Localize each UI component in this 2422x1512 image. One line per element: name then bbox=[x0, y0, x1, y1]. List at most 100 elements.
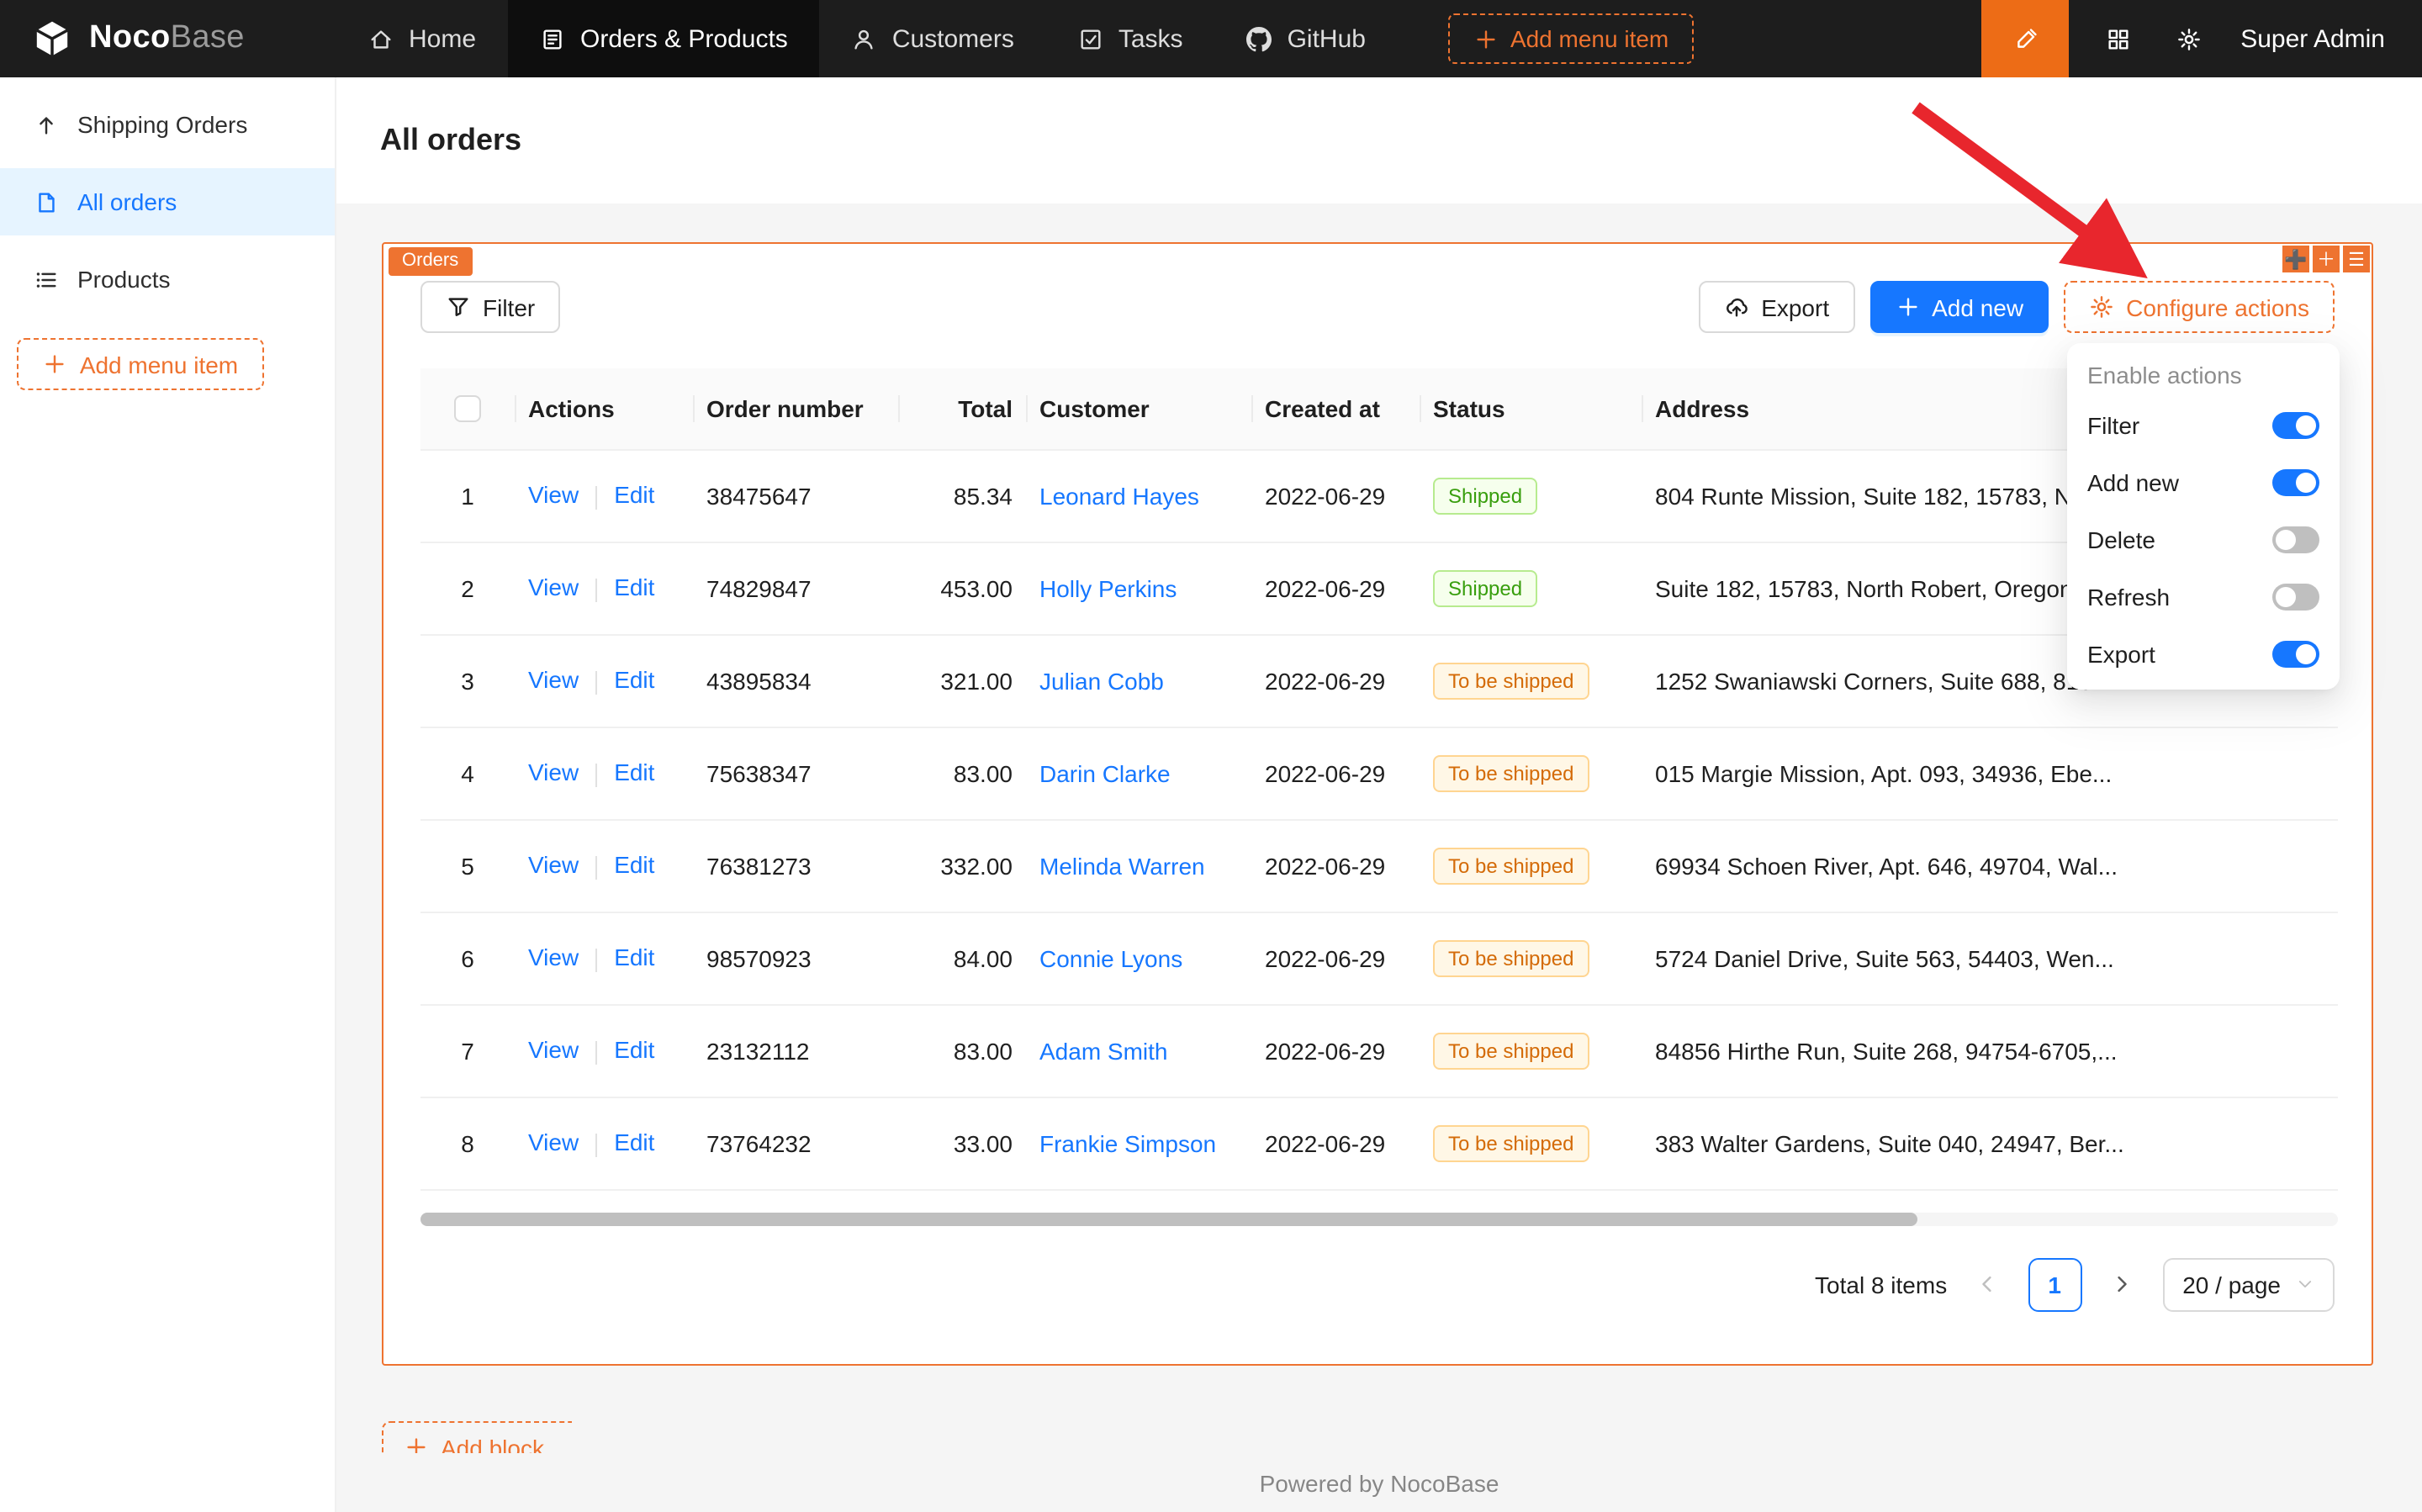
nav-item-github[interactable]: GitHub bbox=[1215, 0, 1398, 77]
toolbar-right: Export Add new Configure actions bbox=[1699, 281, 2335, 333]
enable-action-label: Delete bbox=[2087, 526, 2155, 553]
customer-cell: Adam Smith bbox=[1026, 1004, 1251, 1097]
created-at-cell: 2022-06-29 bbox=[1251, 912, 1420, 1004]
actions-divider bbox=[595, 1040, 597, 1064]
configure-actions-button[interactable]: Configure actions bbox=[2064, 281, 2335, 333]
add-block-button[interactable]: Add block bbox=[382, 1421, 572, 1453]
table-toolbar: Filter Export Add new Configure actions bbox=[420, 281, 2335, 333]
nav-item-orders-products[interactable]: Orders & Products bbox=[508, 0, 820, 77]
horizontal-scrollbar-track bbox=[420, 1212, 2338, 1225]
enable-action-item-filter[interactable]: Filter bbox=[2067, 397, 2340, 454]
add-menu-item-button-sidebar[interactable]: Add menu item bbox=[17, 338, 264, 390]
status-cell: Shipped bbox=[1420, 449, 1642, 542]
view-link[interactable]: View bbox=[528, 1037, 579, 1064]
view-link[interactable]: View bbox=[528, 852, 579, 879]
edit-link[interactable]: Edit bbox=[614, 667, 654, 694]
designer-menu-icon[interactable]: ☰ bbox=[2343, 246, 2370, 272]
customer-cell: Julian Cobb bbox=[1026, 634, 1251, 727]
nav-item-label: Home bbox=[409, 24, 476, 53]
edit-link[interactable]: Edit bbox=[614, 1129, 654, 1156]
gear-button[interactable] bbox=[2153, 0, 2224, 77]
enable-action-item-add-new[interactable]: Add new bbox=[2067, 454, 2340, 511]
horizontal-scrollbar-thumb[interactable] bbox=[420, 1212, 1917, 1225]
order-number-cell: 73764232 bbox=[693, 1097, 898, 1189]
edit-link[interactable]: Edit bbox=[614, 852, 654, 879]
customer-link[interactable]: Frankie Simpson bbox=[1039, 1129, 1216, 1156]
page-size-select[interactable]: 20 / page bbox=[2162, 1257, 2335, 1311]
created-at-cell: 2022-06-29 bbox=[1251, 1097, 1420, 1189]
total-cell: 85.34 bbox=[898, 449, 1026, 542]
sidebar-item-shipping-orders[interactable]: Shipping Orders bbox=[0, 91, 335, 158]
view-link[interactable]: View bbox=[528, 944, 579, 971]
user-menu[interactable]: Super Admin bbox=[2224, 24, 2422, 53]
pagination-prev-button[interactable] bbox=[1960, 1257, 2014, 1311]
select-all-checkbox[interactable] bbox=[454, 396, 481, 423]
top-navbar: NocoBase Home Orders & Products Customers T… bbox=[0, 0, 2422, 77]
designer-drag-icon[interactable]: ➕ bbox=[2282, 246, 2309, 272]
customer-link[interactable]: Julian Cobb bbox=[1039, 667, 1164, 694]
gear-icon bbox=[2089, 294, 2114, 320]
view-link[interactable]: View bbox=[528, 1129, 579, 1156]
edit-link[interactable]: Edit bbox=[614, 482, 654, 509]
apps-icon bbox=[2105, 26, 2130, 51]
created-at-cell: 2022-06-29 bbox=[1251, 727, 1420, 819]
view-link[interactable]: View bbox=[528, 759, 579, 786]
nocobase-logo[interactable]: NocoBase bbox=[0, 17, 336, 61]
refresh-switch[interactable] bbox=[2272, 584, 2319, 611]
apps-button[interactable] bbox=[2082, 0, 2153, 77]
filter-switch[interactable] bbox=[2272, 412, 2319, 439]
nav-item-customers[interactable]: Customers bbox=[820, 0, 1046, 77]
customer-cell: Connie Lyons bbox=[1026, 912, 1251, 1004]
enable-action-item-delete[interactable]: Delete bbox=[2067, 511, 2340, 568]
add-new-button[interactable]: Add new bbox=[1869, 281, 2049, 333]
edit-link[interactable]: Edit bbox=[614, 944, 654, 971]
column-header-created_at: Created at bbox=[1251, 368, 1420, 449]
enable-actions-dropdown: Enable actions FilterAdd newDeleteRefres… bbox=[2067, 343, 2340, 690]
total-cell: 83.00 bbox=[898, 1004, 1026, 1097]
delete-switch[interactable] bbox=[2272, 526, 2319, 553]
customer-link[interactable]: Connie Lyons bbox=[1039, 944, 1182, 971]
view-link[interactable]: View bbox=[528, 574, 579, 601]
enable-action-item-export[interactable]: Export bbox=[2067, 626, 2340, 683]
sidebar-item-all-orders[interactable]: All orders bbox=[0, 168, 335, 235]
row-index: 3 bbox=[420, 634, 515, 727]
view-link[interactable]: View bbox=[528, 482, 579, 509]
edit-link[interactable]: Edit bbox=[614, 1037, 654, 1064]
table-row: 5ViewEdit76381273332.00Melinda Warren202… bbox=[420, 819, 2338, 912]
add-new-switch[interactable] bbox=[2272, 469, 2319, 496]
view-link[interactable]: View bbox=[528, 667, 579, 694]
edit-link[interactable]: Edit bbox=[614, 759, 654, 786]
created-at-cell: 2022-06-29 bbox=[1251, 1004, 1420, 1097]
column-header-total: Total bbox=[898, 368, 1026, 449]
pagination-next-button[interactable] bbox=[2095, 1257, 2149, 1311]
add-menu-item-button-navbar[interactable]: Add menu item bbox=[1448, 13, 1694, 64]
tasks-icon bbox=[1078, 26, 1103, 51]
status-tag: To be shipped bbox=[1433, 754, 1589, 791]
customer-link[interactable]: Darin Clarke bbox=[1039, 759, 1171, 786]
customer-link[interactable]: Holly Perkins bbox=[1039, 574, 1177, 601]
customer-link[interactable]: Leonard Hayes bbox=[1039, 482, 1199, 509]
export-button[interactable]: Export bbox=[1699, 281, 1854, 333]
add-new-button-label: Add new bbox=[1932, 293, 2023, 320]
actions-divider bbox=[595, 763, 597, 786]
pagination-page-1[interactable]: 1 bbox=[2028, 1257, 2081, 1311]
row-index: 7 bbox=[420, 1004, 515, 1097]
github-icon bbox=[1247, 26, 1272, 51]
sidebar-item-products[interactable]: Products bbox=[0, 246, 335, 313]
enable-action-item-refresh[interactable]: Refresh bbox=[2067, 568, 2340, 626]
filter-button[interactable]: Filter bbox=[420, 281, 560, 333]
nav-item-tasks[interactable]: Tasks bbox=[1046, 0, 1215, 77]
row-index: 4 bbox=[420, 727, 515, 819]
add-block-label: Add block bbox=[441, 1434, 544, 1453]
order-number-cell: 75638347 bbox=[693, 727, 898, 819]
customer-cell: Melinda Warren bbox=[1026, 819, 1251, 912]
export-switch[interactable] bbox=[2272, 641, 2319, 668]
highlighter-button[interactable] bbox=[1981, 0, 2069, 77]
customer-link[interactable]: Adam Smith bbox=[1039, 1037, 1168, 1064]
nav-item-label: Customers bbox=[892, 24, 1014, 53]
order-number-cell: 38475647 bbox=[693, 449, 898, 542]
nav-item-home[interactable]: Home bbox=[336, 0, 508, 77]
edit-link[interactable]: Edit bbox=[614, 574, 654, 601]
customer-link[interactable]: Melinda Warren bbox=[1039, 852, 1205, 879]
designer-add-icon[interactable]: ＋ bbox=[2313, 246, 2340, 272]
